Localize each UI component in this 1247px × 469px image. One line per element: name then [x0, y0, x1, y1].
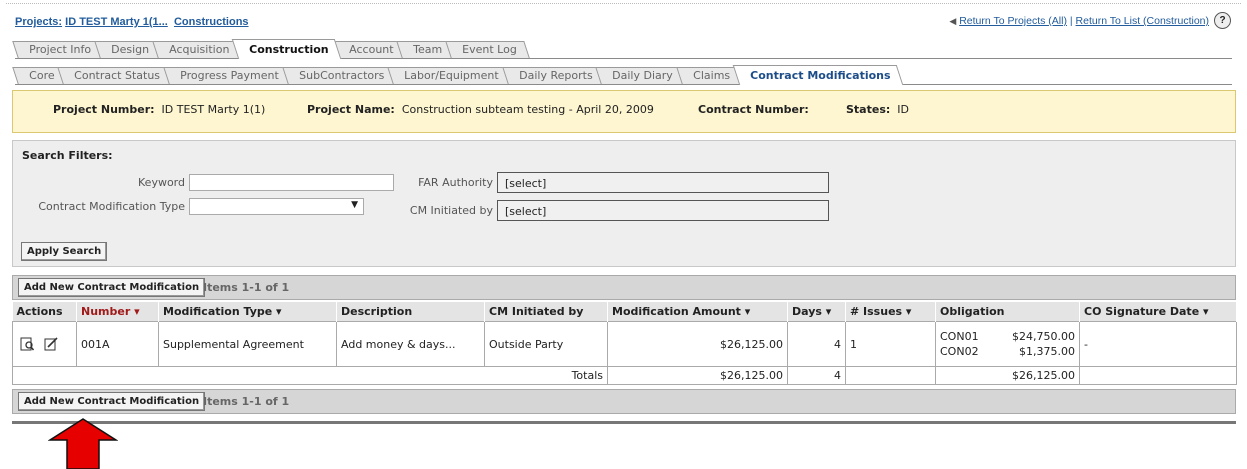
breadcrumb-project-link[interactable]: ID TEST Marty 1(1... [65, 16, 168, 28]
project-number: Project Number: ID TEST Marty 1(1) [53, 103, 266, 116]
co-signature-date-cell: - [1079, 321, 1237, 367]
view-icon[interactable] [20, 337, 35, 351]
tab-acquisition[interactable]: Acquisition [152, 41, 242, 58]
return-to-projects-link[interactable]: Return To Projects (All) [959, 15, 1067, 27]
states: States: ID [846, 103, 909, 116]
keyword-label: Keyword [138, 176, 185, 189]
col-days[interactable]: Days ▾ [787, 302, 846, 322]
add-new-contract-modification-button-bottom[interactable]: Add New Contract Modification [18, 392, 206, 411]
modification-amount-cell: $26,125.00 [607, 321, 788, 367]
contract-number: Contract Number: [698, 103, 809, 116]
breadcrumb-section-link[interactable]: Constructions [174, 16, 249, 28]
subtab-subcontractors[interactable]: SubContractors [282, 67, 397, 84]
totals-days: 4 [787, 366, 846, 385]
col-issues[interactable]: # Issues ▾ [845, 302, 936, 322]
far-authority-label: FAR Authority [418, 176, 493, 189]
top-toolbar: Add New Contract Modification Items 1-1 … [12, 275, 1236, 300]
cm-initiated-by-picker[interactable]: [select] [497, 200, 829, 221]
breadcrumb: Projects: ID TEST Marty 1(1... Construct… [15, 16, 249, 28]
tab-construction[interactable]: Construction [231, 39, 342, 59]
description-cell: Add money & days... [336, 321, 485, 367]
project-name: Project Name: Construction subteam testi… [307, 103, 654, 116]
keyword-input[interactable] [189, 174, 394, 191]
sub-tabs: Core Contract Status Progress Payment Su… [12, 63, 1232, 85]
col-modification-amount[interactable]: Modification Amount ▾ [607, 302, 788, 322]
subtab-daily-reports[interactable]: Daily Reports [501, 67, 606, 84]
obligation-line: CON01 $24,750.00 [940, 330, 1075, 343]
apply-search-button[interactable]: Apply Search [21, 242, 108, 261]
obligation-line: CON02 $1,375.00 [940, 345, 1075, 358]
return-to-list-link[interactable]: Return To List (Construction) [1076, 15, 1209, 27]
far-authority-picker[interactable]: [select] [497, 172, 829, 193]
top-divider [6, 3, 1241, 4]
issues-cell: 1 [845, 321, 936, 367]
col-actions: Actions [12, 302, 77, 322]
actions-cell [12, 321, 77, 367]
totals-obligation: $26,125.00 [935, 366, 1080, 385]
help-icon[interactable]: ? [1214, 12, 1231, 29]
subtab-labor-equipment[interactable]: Labor/Equipment [387, 67, 512, 84]
col-modification-type[interactable]: Modification Type ▾ [158, 302, 337, 322]
edit-icon[interactable] [44, 337, 58, 351]
breadcrumb-projects-link[interactable]: Projects: [15, 16, 62, 28]
table-row: 001A Supplemental Agreement Add money & … [12, 321, 1237, 367]
link-separator: | [1069, 15, 1073, 27]
totals-label: Totals [12, 366, 608, 385]
col-cm-initiated-by: CM Initiated by [484, 302, 608, 322]
bottom-divider [12, 421, 1236, 424]
search-filters-panel: Search Filters: Keyword Contract Modific… [12, 140, 1236, 267]
obligation-cell: CON01 $24,750.00 CON02 $1,375.00 [935, 321, 1080, 367]
project-info-bar: Project Number: ID TEST Marty 1(1) Proje… [12, 90, 1236, 133]
contract-modifications-table: Actions Number ▾ Modification Type ▾ Des… [12, 302, 1237, 385]
top-links: ◀ Return To Projects (All) | Return To L… [949, 15, 1209, 27]
modification-type-cell: Supplemental Agreement [158, 321, 337, 367]
subtab-daily-diary[interactable]: Daily Diary [595, 67, 686, 84]
subtab-progress-payment[interactable]: Progress Payment [163, 67, 292, 84]
col-obligation: Obligation [935, 302, 1080, 322]
days-cell: 4 [787, 321, 846, 367]
subtab-contract-modifications[interactable]: Contract Modifications [732, 65, 904, 85]
totals-co-signature [1079, 366, 1237, 385]
col-co-signature-date[interactable]: CO Signature Date ▾ [1079, 302, 1237, 322]
table-header-row: Actions Number ▾ Modification Type ▾ Des… [12, 302, 1237, 322]
red-arrow-up-icon [48, 418, 118, 469]
subtab-claims[interactable]: Claims [676, 67, 743, 84]
tab-account[interactable]: Account [331, 41, 406, 58]
tab-event-log[interactable]: Event Log [445, 41, 530, 58]
items-count: Items 1-1 of 1 [203, 281, 290, 294]
chevron-down-icon: ▼ [351, 200, 358, 210]
main-tabs: Project Info Design Acquisition Construc… [12, 37, 1232, 59]
cm-initiated-by-label: CM Initiated by [409, 204, 493, 217]
contract-modification-type-select[interactable]: ▼ [189, 198, 364, 215]
contract-modification-type-label: Contract Modification Type [38, 200, 185, 213]
items-count-bottom: Items 1-1 of 1 [203, 395, 290, 408]
number-cell: 001A [76, 321, 159, 367]
add-new-contract-modification-button[interactable]: Add New Contract Modification [18, 278, 206, 297]
totals-row: Totals $26,125.00 4 $26,125.00 [12, 366, 1237, 385]
col-number[interactable]: Number ▾ [76, 302, 159, 322]
tab-project-info[interactable]: Project Info [12, 41, 104, 58]
col-description: Description [336, 302, 485, 322]
tab-design[interactable]: Design [94, 41, 162, 58]
search-filters-title: Search Filters: [22, 149, 113, 162]
cm-initiated-by-cell: Outside Party [484, 321, 608, 367]
totals-amount: $26,125.00 [607, 366, 788, 385]
back-arrow-icon: ◀ [949, 16, 957, 26]
subtab-contract-status[interactable]: Contract Status [57, 67, 174, 84]
totals-issues [845, 366, 936, 385]
bottom-toolbar: Add New Contract Modification Items 1-1 … [12, 389, 1236, 414]
